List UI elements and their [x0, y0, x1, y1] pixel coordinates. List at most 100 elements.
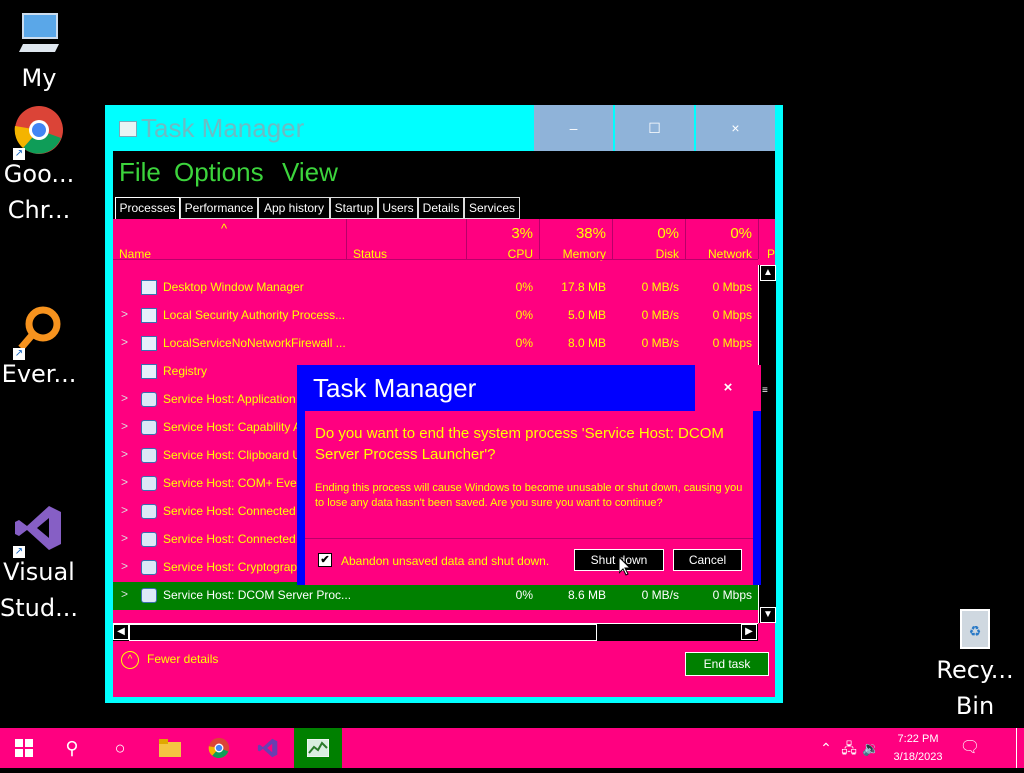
process-name: Service Host: Capability A: [163, 420, 302, 434]
title-bar[interactable]: Task Manager – ☐ ×: [105, 105, 783, 151]
chrome-icon: ↗: [13, 104, 65, 160]
process-name: Service Host: Application: [163, 392, 296, 406]
folder-icon: [159, 739, 181, 757]
expand-chevron-icon[interactable]: >: [121, 587, 128, 601]
dialog-close-button[interactable]: ×: [695, 365, 761, 411]
desktop-icon-my-computer[interactable]: My: [0, 8, 78, 96]
menu-options[interactable]: Options: [174, 157, 264, 188]
horizontal-scrollbar[interactable]: ◀ ▶: [113, 623, 758, 641]
windows-logo-icon: [15, 739, 33, 757]
process-name: Service Host: COM+ Even: [163, 476, 304, 490]
process-icon: [141, 280, 157, 295]
shortcut-arrow-icon: ↗: [13, 546, 25, 558]
taskbar-chrome[interactable]: [195, 728, 243, 768]
scroll-thumb-horizontal[interactable]: [129, 624, 597, 641]
expand-chevron-icon[interactable]: >: [121, 475, 128, 489]
fewer-details-button[interactable]: ^ Fewer details: [121, 651, 218, 669]
show-hidden-icons-button[interactable]: ⌃: [814, 728, 838, 768]
network-icon[interactable]: 🖧: [838, 728, 860, 768]
expand-chevron-icon[interactable]: >: [121, 503, 128, 517]
process-disk: 0 MB/s: [641, 336, 679, 350]
tab-details[interactable]: Details: [418, 197, 464, 219]
tab-services[interactable]: Services: [464, 197, 520, 219]
action-center-button[interactable]: 🗨: [954, 728, 986, 768]
desktop-icon-visual-studio[interactable]: ↗ Visual Stud...: [0, 502, 78, 626]
expand-chevron-icon[interactable]: >: [121, 391, 128, 405]
expand-chevron-icon[interactable]: >: [121, 559, 128, 573]
process-memory: 8.6 MB: [567, 588, 606, 602]
table-row[interactable]: Desktop Window Manager 0% 17.8 MB 0 MB/s 0 M…: [113, 274, 758, 302]
task-view-button[interactable]: ○: [96, 728, 144, 768]
computer-icon: [13, 8, 65, 60]
abandon-data-checkbox[interactable]: ✔: [318, 553, 332, 567]
column-header-power[interactable]: P: [767, 247, 775, 261]
scroll-up-icon[interactable]: ▲: [760, 265, 776, 281]
task-manager-app-icon: [119, 121, 137, 137]
process-name: Service Host: Cryptograpl: [163, 560, 300, 574]
process-memory: 17.8 MB: [561, 280, 606, 294]
dialog-title: Task Manager: [313, 373, 477, 403]
start-button[interactable]: [0, 728, 48, 768]
tab-app-history[interactable]: App history: [258, 197, 330, 219]
end-process-dialog: Task Manager × Do you want to end the sy…: [297, 365, 761, 585]
tab-startup[interactable]: Startup: [330, 197, 378, 219]
tab-processes[interactable]: Processes: [115, 197, 180, 220]
process-cpu: 0%: [515, 336, 533, 350]
maximize-button[interactable]: ☐: [615, 105, 694, 151]
expand-chevron-icon[interactable]: >: [121, 419, 128, 433]
taskbar-visual-studio[interactable]: [244, 728, 292, 768]
close-button[interactable]: ×: [696, 105, 775, 151]
window-title: Task Manager: [141, 113, 305, 143]
process-icon: [141, 336, 157, 351]
shortcut-arrow-icon: ↗: [13, 148, 25, 160]
visual-studio-icon: ↗: [13, 502, 65, 558]
search-everything-icon: ↗: [13, 304, 65, 360]
desktop-icon-recycle-bin[interactable]: ♻ Recy... Bin: [936, 600, 1014, 724]
taskbar-task-manager[interactable]: [294, 728, 342, 768]
svg-text:♻: ♻: [969, 624, 982, 640]
dialog-question: Do you want to end the system process 'S…: [315, 425, 724, 463]
chrome-icon: [208, 737, 230, 759]
fewer-details-label: Fewer details: [147, 652, 219, 667]
dialog-description: Ending this process will cause Windows t…: [315, 482, 743, 509]
minimize-button[interactable]: –: [534, 105, 613, 151]
menu-bar: File Options View: [113, 151, 775, 195]
cpu-usage-total: 3%: [511, 225, 533, 242]
expand-chevron-icon[interactable]: >: [121, 531, 128, 545]
process-icon: [141, 504, 157, 519]
volume-icon[interactable]: 🔉: [860, 728, 882, 768]
menu-file[interactable]: File: [119, 157, 161, 188]
disk-usage-total: 0%: [657, 225, 679, 242]
desktop-icon-label: Visual Stud...: [0, 558, 78, 622]
desktop-icon-google-chrome[interactable]: ↗ Goo... Chr...: [0, 104, 78, 228]
clock-date: 3/18/2023: [893, 751, 943, 763]
table-row[interactable]: > Local Security Authority Process... 0% 5.…: [113, 302, 758, 330]
sort-arrow-icon: ^: [221, 221, 228, 236]
tab-performance[interactable]: Performance: [180, 197, 258, 219]
show-desktop-button[interactable]: [1016, 728, 1017, 768]
abandon-data-checkbox-label[interactable]: Abandon unsaved data and shut down.: [341, 554, 549, 568]
scroll-down-icon[interactable]: ▼: [760, 607, 776, 623]
expand-chevron-icon[interactable]: >: [121, 307, 128, 321]
desktop-icon-label: Ever...: [1, 360, 77, 388]
end-task-button[interactable]: End task: [685, 652, 769, 676]
expand-chevron-icon[interactable]: >: [121, 335, 128, 349]
desktop-icon-label: Goo... Chr...: [3, 160, 75, 224]
process-icon: [141, 532, 157, 547]
table-row[interactable]: > LocalServiceNoNetworkFirewall ... 0% 8.0 …: [113, 330, 758, 358]
scroll-thumb[interactable]: ≡: [762, 386, 772, 401]
taskbar-file-explorer[interactable]: [146, 728, 194, 768]
scroll-left-icon[interactable]: ◀: [113, 624, 129, 640]
table-row[interactable]: > Service Host: DCOM Server Proc... 0% 8.6 …: [113, 582, 758, 610]
tab-users[interactable]: Users: [378, 197, 418, 219]
menu-view[interactable]: View: [282, 157, 338, 188]
desktop-icon-everything[interactable]: ↗ Ever...: [0, 304, 78, 392]
visual-studio-icon: [257, 738, 278, 758]
cancel-button[interactable]: Cancel: [673, 549, 742, 571]
process-cpu: 0%: [515, 280, 533, 294]
scroll-right-icon[interactable]: ▶: [741, 624, 757, 640]
search-button[interactable]: ⚲: [48, 728, 96, 768]
expand-chevron-icon[interactable]: >: [121, 447, 128, 461]
clock[interactable]: 7:22 PM 3/18/2023: [884, 730, 952, 766]
process-network: 0 Mbps: [712, 336, 752, 350]
